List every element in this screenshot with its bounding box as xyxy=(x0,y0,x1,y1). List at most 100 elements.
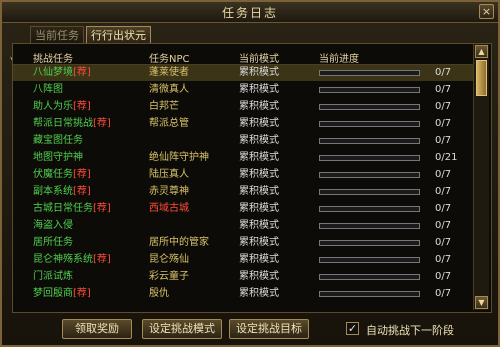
progress-text: 0/7 xyxy=(435,237,452,248)
tab-bar: 当前任务 行行出状元 xyxy=(30,26,151,44)
task-npc[interactable]: 殷仇 xyxy=(149,286,169,302)
progress-bar xyxy=(319,206,420,212)
task-name[interactable]: 帮派日常挑战[荐] xyxy=(33,116,111,132)
task-name[interactable]: 门派试炼 xyxy=(33,269,73,285)
title-bar[interactable]: 任务日志 × xyxy=(2,2,498,23)
task-name-text: 副本系统 xyxy=(33,186,73,197)
table-row[interactable]: 门派试炼 彩云童子 累积模式 0/7 xyxy=(13,269,473,285)
task-name[interactable]: 藏宝图任务 xyxy=(33,133,83,149)
task-name[interactable]: 居所任务 xyxy=(33,235,73,251)
progress-text: 0/7 xyxy=(435,67,452,78)
task-npc[interactable]: 绝仙阵守护神 xyxy=(149,150,209,166)
progress-text: 0/7 xyxy=(435,169,452,180)
set-mode-button[interactable]: 设定挑战模式 xyxy=(142,319,222,339)
recommended-badge: [荐] xyxy=(73,169,91,180)
claim-reward-button[interactable]: 领取奖励 xyxy=(62,319,132,339)
task-name[interactable]: 古城日常任务[荐] xyxy=(33,201,111,217)
recommended-badge: [荐] xyxy=(73,101,91,112)
table-row[interactable]: 藏宝图任务 累积模式 0/7 xyxy=(13,133,473,149)
scroll-down-icon[interactable]: ▼ xyxy=(475,296,488,309)
task-mode: 累积模式 xyxy=(239,101,279,112)
task-name-text: 八仙梦境 xyxy=(33,67,73,78)
progress-text: 0/7 xyxy=(435,220,452,231)
bottom-bar: 领取奖励 设定挑战模式 设定挑战目标 ✓ 自动挑战下一阶段 xyxy=(2,314,498,344)
task-name[interactable]: 地图守护神 xyxy=(33,150,83,166)
task-rows: 八仙梦境[荐] 蓬莱使者 累积模式 0/7 八阵图 清微真人 累积模式 0/7 助人为乐[荐] 白… xyxy=(13,65,473,312)
task-npc[interactable]: 居所中的管家 xyxy=(149,235,209,251)
task-mode: 累积模式 xyxy=(239,118,279,129)
task-name[interactable]: 副本系统[荐] xyxy=(33,184,91,200)
task-name-text: 助人为乐 xyxy=(33,101,73,112)
table-row[interactable]: 伏魔任务[荐] 陆压真人 累积模式 0/7 xyxy=(13,167,473,183)
recommended-badge: [荐] xyxy=(73,288,91,299)
progress-bar xyxy=(319,172,420,178)
progress-text: 0/7 xyxy=(435,254,452,265)
close-icon[interactable]: × xyxy=(479,4,494,19)
header-mode: 当前模式 xyxy=(239,54,279,65)
task-npc[interactable]: 陆压真人 xyxy=(149,167,189,183)
table-row[interactable]: 海盗入侵 累积模式 0/7 xyxy=(13,218,473,234)
table-row[interactable]: 帮派日常挑战[荐] 帮派总管 累积模式 0/7 xyxy=(13,116,473,132)
auto-next-checkbox[interactable]: ✓ xyxy=(346,322,359,335)
scroll-thumb[interactable] xyxy=(476,60,487,96)
task-name[interactable]: 八阵图 xyxy=(33,82,63,98)
header-task: 挑战任务 xyxy=(33,54,73,65)
recommended-badge: [荐] xyxy=(93,203,111,214)
tab-challenge-tasks[interactable]: 行行出状元 xyxy=(86,26,151,44)
table-row[interactable]: 梦回殷商[荐] 殷仇 累积模式 0/7 xyxy=(13,286,473,302)
task-name-text: 古城日常任务 xyxy=(33,203,93,214)
table-header: 挑战任务 任务NPC 当前模式 当前进度 xyxy=(13,44,473,65)
progress-bar xyxy=(319,291,420,297)
progress-text: 0/7 xyxy=(435,135,452,146)
progress-text: 0/7 xyxy=(435,271,452,282)
recommended-badge: [荐] xyxy=(93,118,111,129)
task-mode: 累积模式 xyxy=(239,67,279,78)
progress-bar xyxy=(319,87,420,93)
task-name[interactable]: 昆仑神殇系统[荐] xyxy=(33,252,111,268)
table-row[interactable]: 地图守护神 绝仙阵守护神 累积模式 0/21 xyxy=(13,150,473,166)
task-name-text: 藏宝图任务 xyxy=(33,135,83,146)
task-npc[interactable]: 蓬莱使者 xyxy=(149,65,189,81)
table-row[interactable]: 八仙梦境[荐] 蓬莱使者 累积模式 0/7 xyxy=(13,65,473,81)
progress-bar xyxy=(319,121,420,127)
task-name[interactable]: 助人为乐[荐] xyxy=(33,99,91,115)
window-title: 任务日志 xyxy=(221,6,278,20)
task-name[interactable]: 伏魔任务[荐] xyxy=(33,167,91,183)
progress-text: 0/21 xyxy=(435,152,458,163)
table-row[interactable]: 古城日常任务[荐] 西域古城 累积模式 0/7 xyxy=(13,201,473,217)
task-name[interactable]: 梦回殷商[荐] xyxy=(33,286,91,302)
tab-current-tasks[interactable]: 当前任务 xyxy=(30,26,84,44)
progress-bar xyxy=(319,274,420,280)
task-name-text: 门派试炼 xyxy=(33,271,73,282)
table-row[interactable]: 居所任务 居所中的管家 累积模式 0/7 xyxy=(13,235,473,251)
progress-text: 0/7 xyxy=(435,288,452,299)
recommended-badge: [荐] xyxy=(93,254,111,265)
task-name-text: 居所任务 xyxy=(33,237,73,248)
table-row[interactable]: 八阵图 清微真人 累积模式 0/7 xyxy=(13,82,473,98)
header-npc: 任务NPC xyxy=(149,54,190,65)
scrollbar[interactable]: ▲ ▼ xyxy=(473,44,489,310)
task-name[interactable]: 海盗入侵 xyxy=(33,218,73,234)
task-npc[interactable]: 清微真人 xyxy=(149,82,189,98)
progress-bar xyxy=(319,189,420,195)
progress-bar xyxy=(319,257,420,263)
task-npc[interactable]: 彩云童子 xyxy=(149,269,189,285)
task-npc[interactable]: 西域古城 xyxy=(149,201,189,217)
scroll-up-icon[interactable]: ▲ xyxy=(475,45,488,58)
progress-text: 0/7 xyxy=(435,203,452,214)
task-npc[interactable]: 白邦芒 xyxy=(149,99,179,115)
progress-text: 0/7 xyxy=(435,84,452,95)
set-target-button[interactable]: 设定挑战目标 xyxy=(229,319,309,339)
table-row[interactable]: 助人为乐[荐] 白邦芒 累积模式 0/7 xyxy=(13,99,473,115)
task-npc[interactable]: 赤灵尊神 xyxy=(149,184,189,200)
task-mode: 累积模式 xyxy=(239,237,279,248)
task-name-text: 海盗入侵 xyxy=(33,220,73,231)
task-npc[interactable]: 帮派总管 xyxy=(149,116,189,132)
progress-text: 0/7 xyxy=(435,118,452,129)
table-row[interactable]: 副本系统[荐] 赤灵尊神 累积模式 0/7 xyxy=(13,184,473,200)
task-name[interactable]: 八仙梦境[荐] xyxy=(33,65,91,81)
task-name-text: 昆仑神殇系统 xyxy=(33,254,93,265)
task-npc[interactable]: 昆仑殇仙 xyxy=(149,252,189,268)
task-mode: 累积模式 xyxy=(239,135,279,146)
table-row[interactable]: 昆仑神殇系统[荐] 昆仑殇仙 累积模式 0/7 xyxy=(13,252,473,268)
